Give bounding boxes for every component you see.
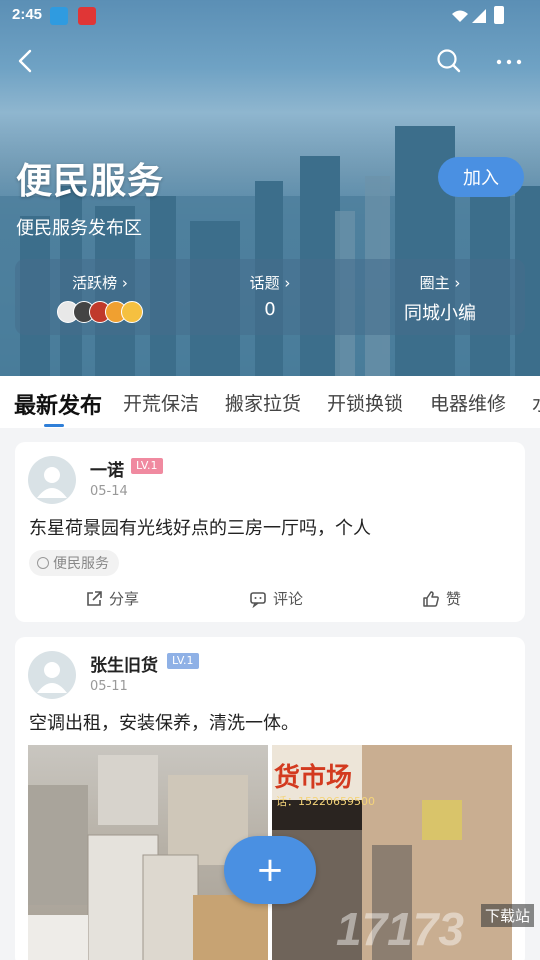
group-stats: 活跃榜 › 话题 › 0 圈主 › 同城小编 bbox=[15, 259, 525, 335]
stat-active-ranking[interactable]: 活跃榜 › bbox=[15, 259, 185, 335]
group-banner: 2:45 便民服务 便民服务发布区 加入 活跃榜 › 话题 › 0 圈主 › 同… bbox=[0, 0, 540, 376]
stat-topics-label: 话题 bbox=[249, 274, 280, 292]
stat-owner[interactable]: 圈主 › 同城小编 bbox=[355, 259, 525, 335]
watermark-brand: 17173 bbox=[336, 903, 464, 955]
default-avatar-icon bbox=[37, 662, 67, 693]
comment-button[interactable]: 评论 bbox=[249, 588, 303, 609]
group-description: 便民服务发布区 bbox=[16, 218, 142, 239]
tag-label: 便民服务 bbox=[53, 556, 109, 572]
category-tabs: 最新发布 开荒保洁 搬家拉货 开锁换锁 电器维修 水 bbox=[0, 376, 540, 428]
stat-active-label: 活跃榜 bbox=[72, 274, 118, 292]
share-button[interactable]: 分享 bbox=[85, 588, 139, 609]
join-button[interactable]: 加入 bbox=[438, 157, 524, 197]
thumbs-up-icon bbox=[423, 590, 439, 607]
post-date: 05-11 bbox=[90, 679, 128, 694]
avatar bbox=[121, 301, 143, 323]
author-name[interactable]: 张生旧货 bbox=[90, 651, 158, 676]
shop-phone-text: 话：15220659500 bbox=[276, 795, 375, 808]
watermark: 下载站 17173 bbox=[334, 900, 540, 960]
post-card[interactable]: 一诺 LV.1 05-14 东星荷景园有光线好点的三房一厅吗，个人 便民服务 分… bbox=[15, 442, 525, 622]
level-badge: LV.1 bbox=[167, 653, 199, 669]
tab-water[interactable]: 水 bbox=[532, 389, 540, 416]
stat-owner-label: 圈主 bbox=[419, 274, 450, 292]
author-avatar[interactable] bbox=[28, 651, 76, 699]
download-notification-icon bbox=[50, 7, 68, 25]
status-time: 2:45 bbox=[12, 6, 43, 23]
like-button[interactable]: 赞 bbox=[422, 588, 461, 609]
comment-label: 评论 bbox=[273, 590, 304, 608]
default-avatar-icon bbox=[37, 467, 67, 498]
shop-sign-text: 货市场 bbox=[274, 763, 353, 793]
create-post-button[interactable]: + bbox=[224, 836, 316, 904]
post-content[interactable]: 东星荷景园有光线好点的三房一厅吗，个人 bbox=[29, 514, 371, 540]
tab-cleaning[interactable]: 开荒保洁 bbox=[123, 389, 199, 416]
watermark-text: 下载站 bbox=[480, 904, 534, 927]
post-tag[interactable]: 便民服务 bbox=[29, 550, 119, 576]
back-arrow-icon[interactable] bbox=[14, 48, 38, 74]
stat-owner-value: 同城小编 bbox=[404, 303, 476, 324]
author-name[interactable]: 一诺 bbox=[90, 456, 124, 481]
post-date: 05-14 bbox=[90, 484, 128, 499]
active-tab-indicator bbox=[44, 424, 64, 427]
more-options-icon[interactable] bbox=[494, 52, 524, 72]
tag-icon bbox=[37, 557, 49, 569]
battery-icon bbox=[494, 6, 504, 24]
stat-topics[interactable]: 话题 › 0 bbox=[185, 259, 355, 335]
post-actions: 分享 评论 赞 bbox=[15, 588, 525, 612]
tab-latest[interactable]: 最新发布 bbox=[14, 388, 102, 420]
tab-moving[interactable]: 搬家拉货 bbox=[225, 389, 301, 416]
stat-topics-value: 0 bbox=[264, 299, 276, 320]
share-label: 分享 bbox=[109, 590, 140, 608]
level-badge: LV.1 bbox=[131, 458, 163, 474]
share-icon bbox=[87, 590, 102, 606]
comment-icon bbox=[250, 591, 266, 608]
app-notification-icon bbox=[78, 7, 96, 25]
post-content[interactable]: 空调出租，安装保养，清洗一体。 bbox=[29, 709, 299, 735]
tab-locksmith[interactable]: 开锁换锁 bbox=[327, 389, 403, 416]
author-avatar[interactable] bbox=[28, 456, 76, 504]
active-members-avatars bbox=[15, 301, 185, 323]
status-bar: 2:45 bbox=[0, 0, 540, 32]
group-title: 便民服务 bbox=[16, 160, 165, 201]
search-icon[interactable] bbox=[436, 48, 462, 74]
tab-appliance-repair[interactable]: 电器维修 bbox=[430, 389, 506, 416]
like-label: 赞 bbox=[446, 590, 462, 608]
